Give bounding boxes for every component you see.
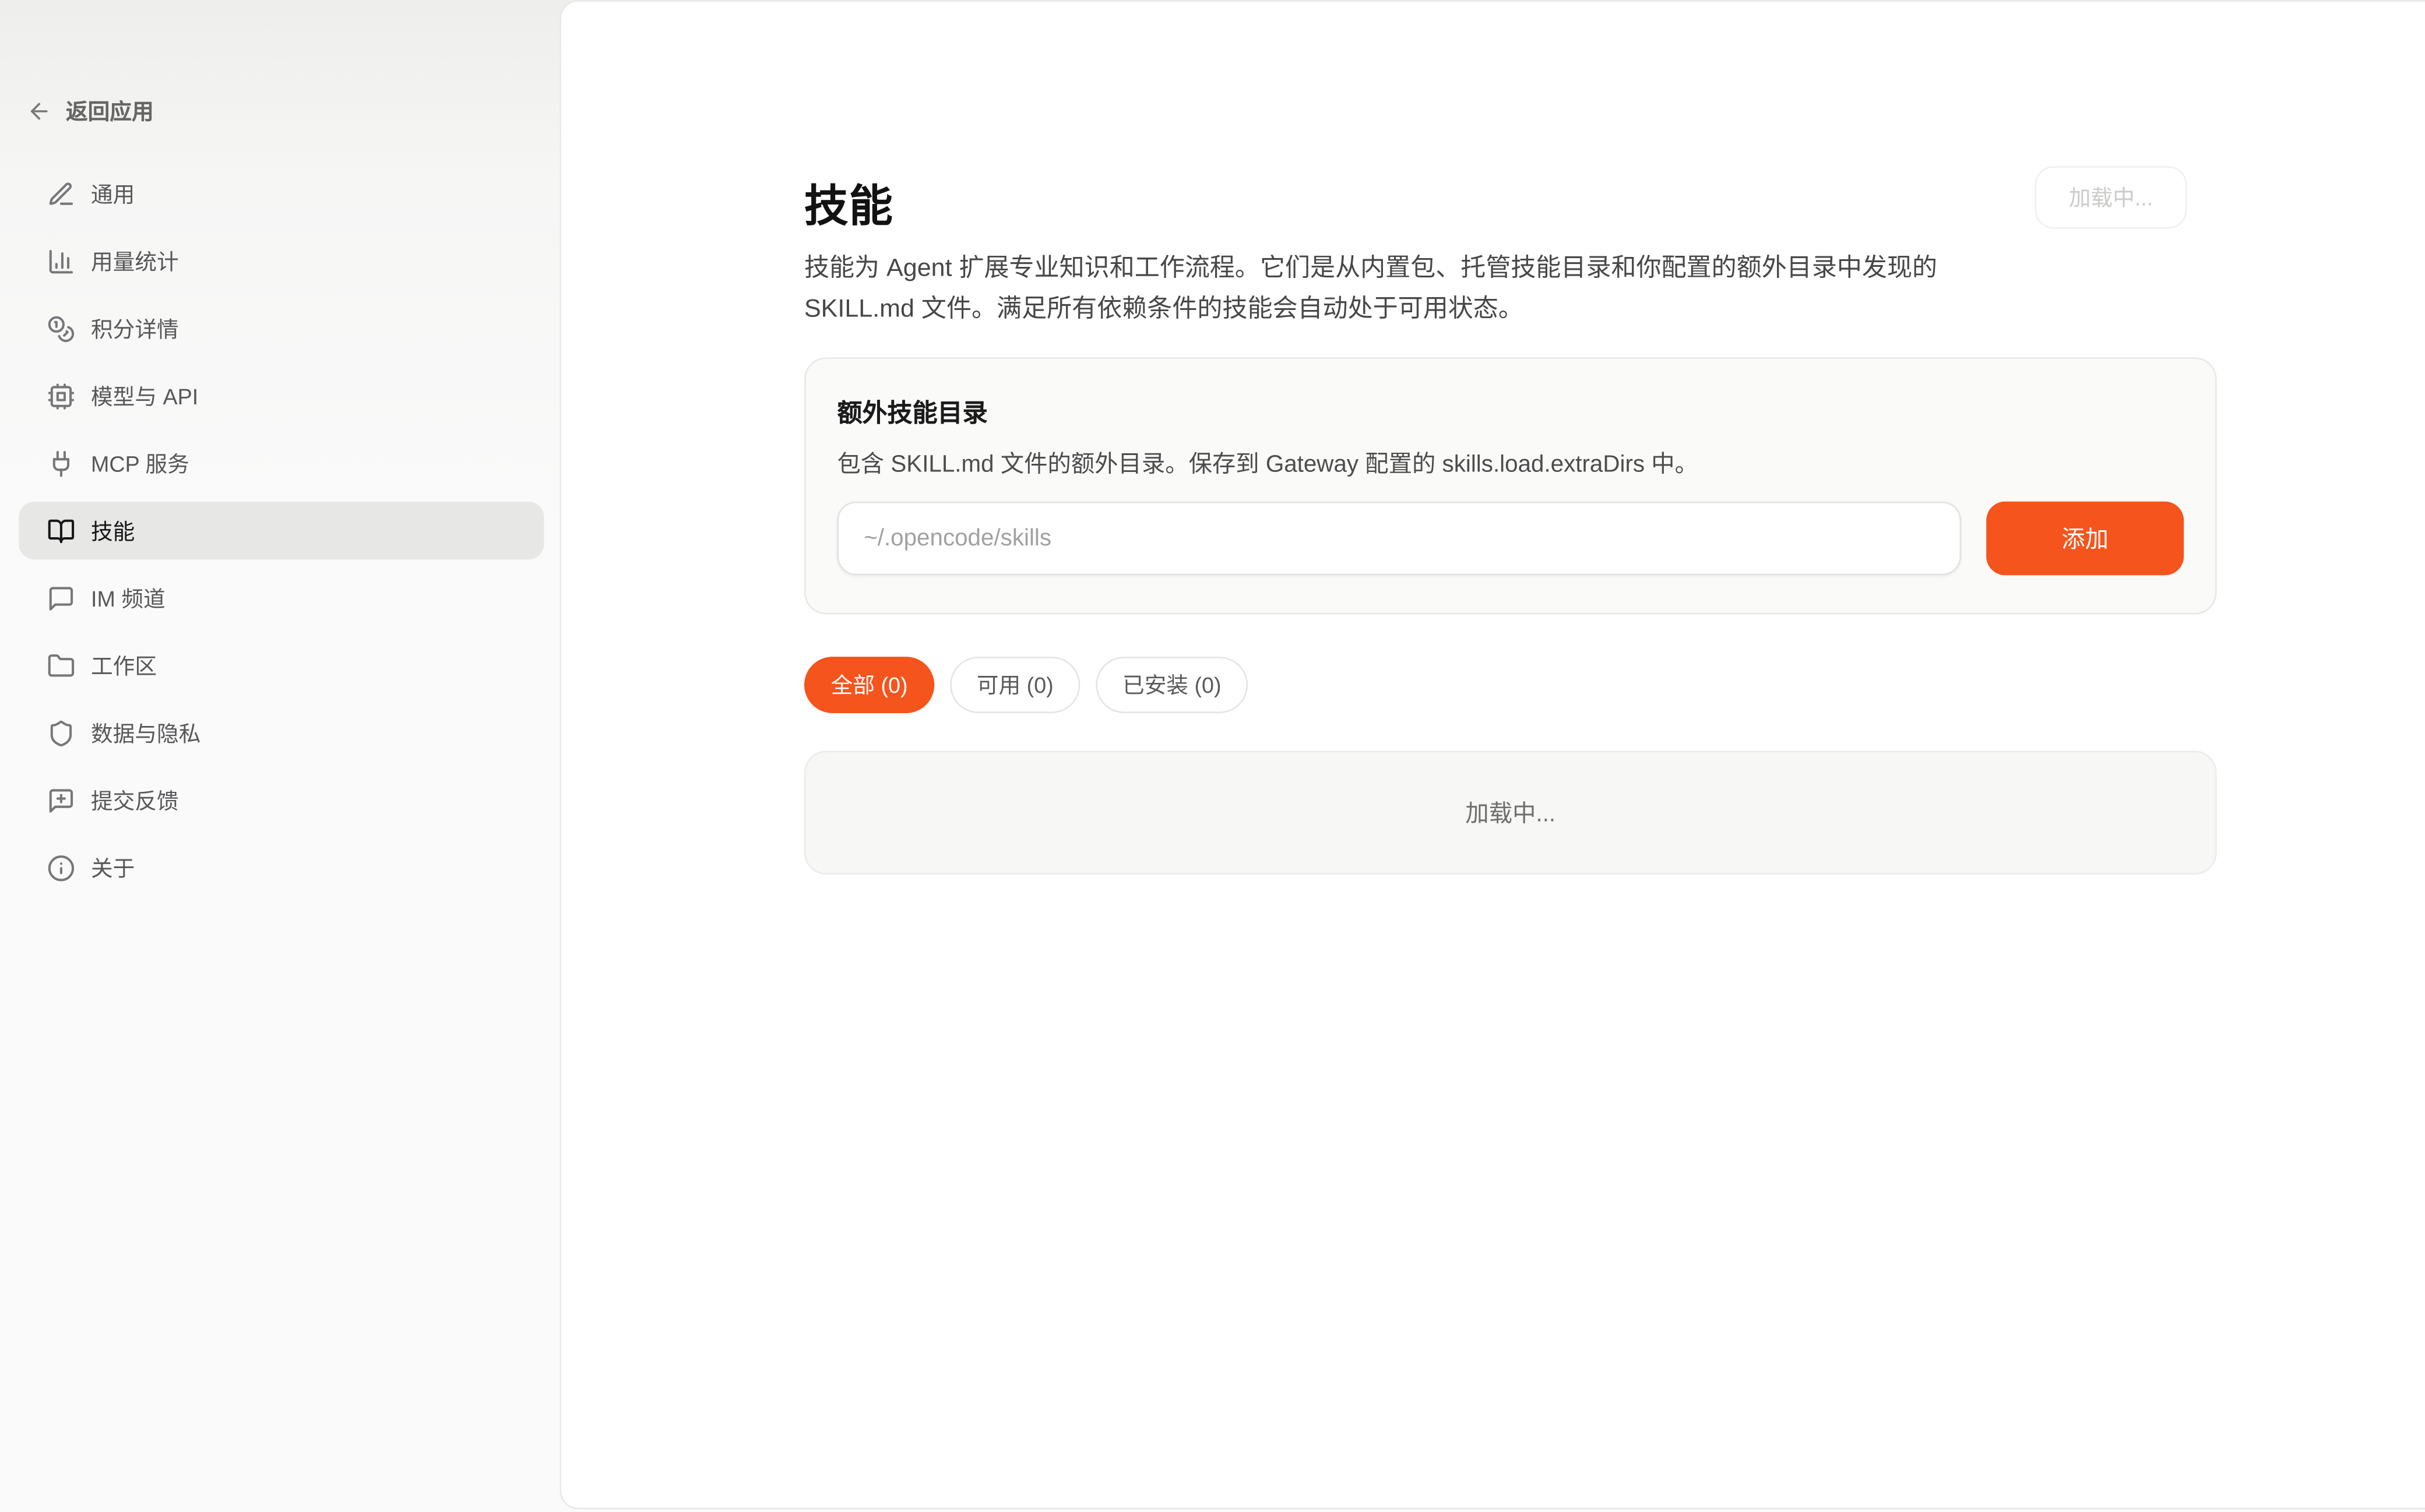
sidebar-item[interactable]: 数据与隐私 xyxy=(19,704,544,762)
pen-icon xyxy=(47,179,75,207)
message-square-plus-icon xyxy=(47,786,75,814)
sidebar-item-label: 技能 xyxy=(91,515,135,547)
info-icon xyxy=(47,854,75,882)
cpu-icon xyxy=(47,382,75,410)
sidebar: 返回应用 通用 用量统计 积分详情 模型与 API MCP 服务 技能 IM 频… xyxy=(0,0,559,1512)
sidebar-item[interactable]: 模型与 API xyxy=(19,366,544,425)
skills-list-loading: 加载中... xyxy=(804,751,2217,875)
sidebar-item-label: 工作区 xyxy=(91,650,157,681)
plug-icon xyxy=(47,449,75,477)
add-directory-button[interactable]: 添加 xyxy=(1986,502,2184,575)
sidebar-item[interactable]: 关于 xyxy=(19,838,544,897)
card-input-row: 添加 xyxy=(837,502,2184,575)
sidebar-item[interactable]: MCP 服务 xyxy=(19,434,544,492)
extra-skill-dirs-card: 额外技能目录 包含 SKILL.md 文件的额外目录。保存到 Gateway 配… xyxy=(804,357,2217,614)
bar-chart-icon xyxy=(47,247,75,275)
page-description: 技能为 Agent 扩展专业知识和工作流程。它们是从内置包、托管技能目录和你配置… xyxy=(804,249,2217,329)
sidebar-item-label: 积分详情 xyxy=(91,313,179,344)
filter-pill[interactable]: 全部 (0) xyxy=(804,657,934,713)
message-square-icon xyxy=(47,584,75,612)
sidebar-item[interactable]: 积分详情 xyxy=(19,299,544,358)
card-description: 包含 SKILL.md 文件的额外目录。保存到 Gateway 配置的 skil… xyxy=(837,447,2184,480)
book-open-icon xyxy=(47,516,75,544)
sidebar-item-label: 关于 xyxy=(91,852,135,883)
sidebar-item-label: 模型与 API xyxy=(91,380,198,411)
filter-pill[interactable]: 可用 (0) xyxy=(950,657,1080,713)
sidebar-item[interactable]: 提交反馈 xyxy=(19,771,544,829)
shield-icon xyxy=(47,718,75,746)
folder-icon xyxy=(47,651,75,679)
sidebar-item-label: 数据与隐私 xyxy=(91,717,200,749)
sidebar-nav: 通用 用量统计 积分详情 模型与 API MCP 服务 技能 IM 频道 工作区… xyxy=(19,164,544,896)
sidebar-item-label: IM 频道 xyxy=(91,582,166,614)
sidebar-item[interactable]: IM 频道 xyxy=(19,569,544,627)
coins-icon xyxy=(47,314,75,342)
back-to-app-button[interactable]: 返回应用 xyxy=(27,91,154,132)
sidebar-item[interactable]: 用量统计 xyxy=(19,232,544,290)
skill-directory-input[interactable] xyxy=(837,502,1961,575)
sidebar-item-label: 用量统计 xyxy=(91,245,179,277)
arrow-left-icon xyxy=(27,98,52,124)
back-to-app-label: 返回应用 xyxy=(66,96,154,127)
sidebar-item[interactable]: 通用 xyxy=(19,164,544,223)
card-title: 额外技能目录 xyxy=(837,392,2184,430)
sidebar-item[interactable]: 工作区 xyxy=(19,636,544,695)
filter-pill[interactable]: 已安装 (0) xyxy=(1096,657,1248,713)
settings-window: 返回应用 通用 用量统计 积分详情 模型与 API MCP 服务 技能 IM 频… xyxy=(0,0,2425,1512)
page-title: 技能 xyxy=(804,172,893,235)
filter-pills: 全部 (0) 可用 (0) 已安装 (0) xyxy=(804,657,1248,713)
sidebar-item[interactable]: 技能 xyxy=(19,502,544,560)
sidebar-item-label: 提交反馈 xyxy=(91,784,179,816)
page-description-line: 技能为 Agent 扩展专业知识和工作流程。它们是从内置包、托管技能目录和你配置… xyxy=(804,249,2217,290)
sidebar-item-label: 通用 xyxy=(91,178,135,209)
page-description-line: SKILL.md 文件。满足所有依赖条件的技能会自动处于可用状态。 xyxy=(804,289,2217,329)
sidebar-item-label: MCP 服务 xyxy=(91,447,189,479)
loading-button[interactable]: 加载中... xyxy=(2035,166,2187,229)
